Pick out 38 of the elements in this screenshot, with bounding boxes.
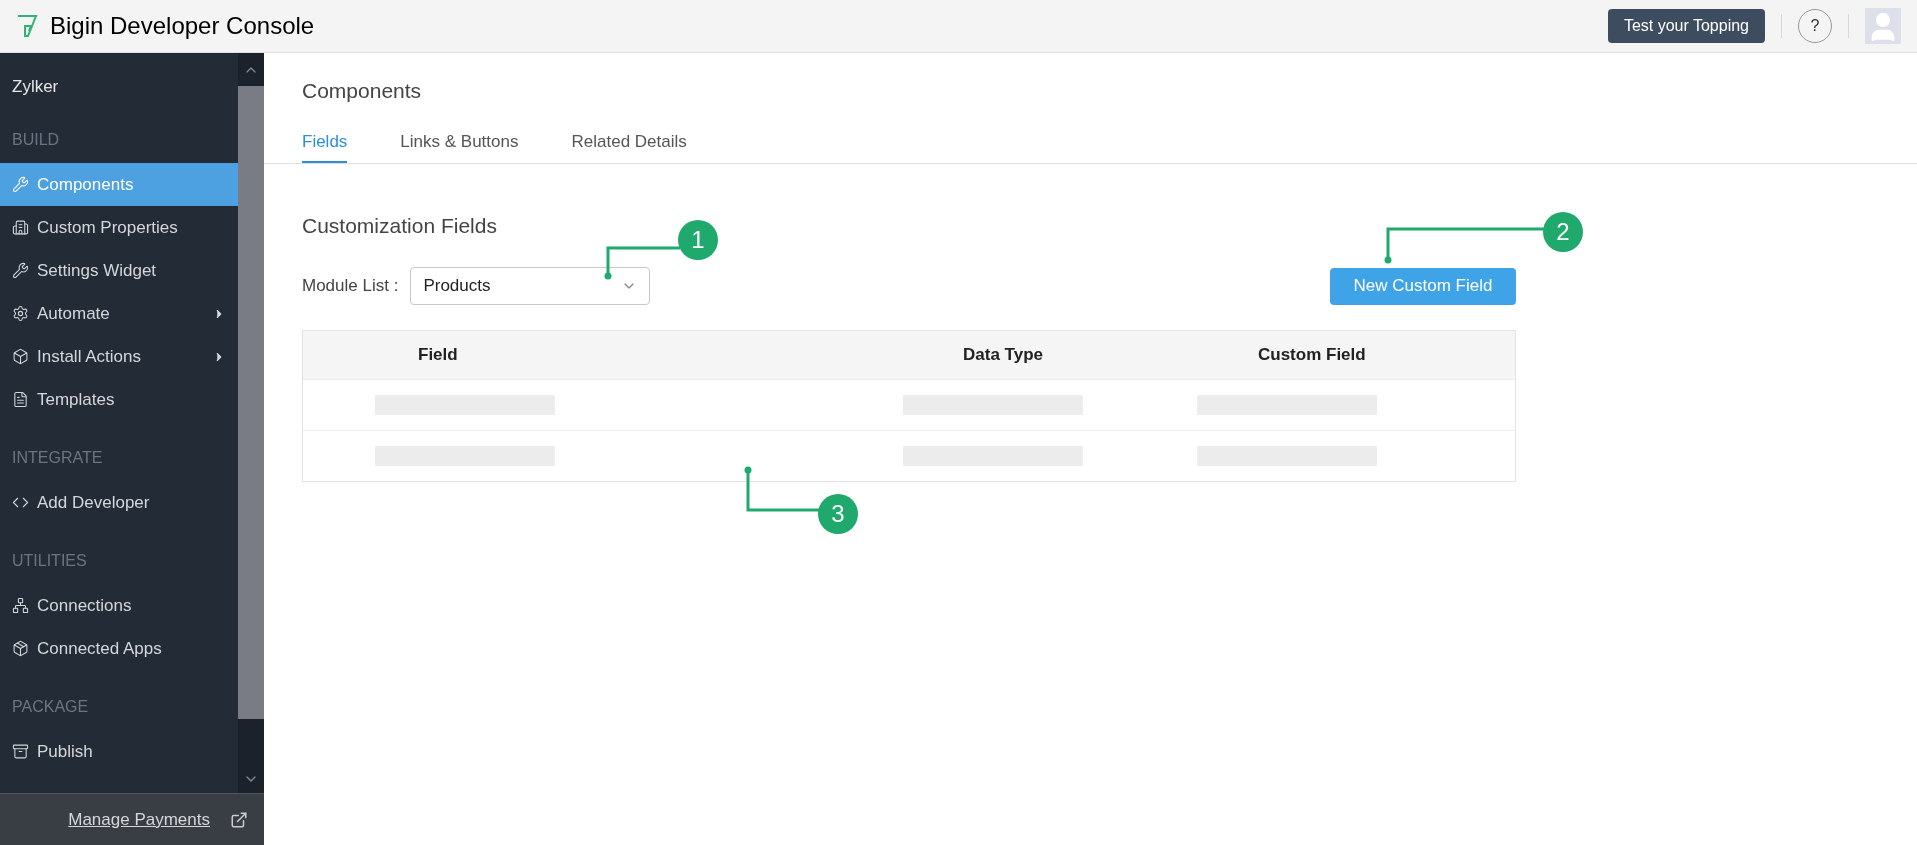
sidebar-item[interactable]: Connections [0, 584, 238, 627]
column-header: Custom Field [1257, 344, 1367, 367]
module-dropdown[interactable]: Products [410, 267, 651, 305]
section-heading: BUILD [11, 130, 61, 150]
sidebar-item[interactable]: Add Developer [0, 481, 238, 524]
sidebar-item[interactable]: Settings Widget [0, 249, 238, 292]
page-title: Components [302, 78, 423, 104]
hierarchy-icon [12, 597, 29, 614]
sidebar-item[interactable]: Templates [0, 378, 238, 421]
tab[interactable]: Links & Buttons [400, 127, 519, 163]
manage-payments-link[interactable]: Manage Payments [68, 806, 210, 833]
sidebar-item[interactable]: Custom Properties [0, 206, 238, 249]
tab[interactable]: Related Details [571, 127, 687, 163]
section-heading: INTEGRATE [11, 448, 104, 468]
section-heading: UTILITIES [11, 551, 88, 571]
sidebar-item[interactable]: Publish [0, 730, 238, 773]
document-icon [12, 391, 29, 408]
org-name: Zylker [11, 76, 60, 98]
tools-icon [12, 262, 29, 279]
column-header: Field [417, 344, 459, 367]
tab[interactable]: Fields [302, 127, 348, 163]
building-icon [12, 219, 29, 236]
box-icon [12, 640, 29, 657]
app-title: Bigin Developer Console [50, 11, 315, 41]
logo-icon [16, 14, 38, 38]
column-header: Data Type [962, 344, 1044, 367]
sidebar-item[interactable]: Automate [0, 292, 238, 335]
archive-icon [12, 743, 29, 760]
gear-icon [12, 305, 29, 322]
box-icon [12, 348, 29, 365]
section-title: Customization Fields [302, 212, 497, 239]
external-link-icon[interactable] [230, 810, 248, 829]
sidebar-item[interactable]: Connected Apps [0, 627, 238, 670]
section-heading: PACKAGE [11, 697, 90, 717]
module-list-label: Module List : [302, 275, 399, 298]
test-topping-button[interactable]: Test your Topping [1607, 9, 1765, 43]
sidebar-item[interactable]: Install Actions [0, 335, 238, 378]
tools-icon [12, 176, 29, 193]
